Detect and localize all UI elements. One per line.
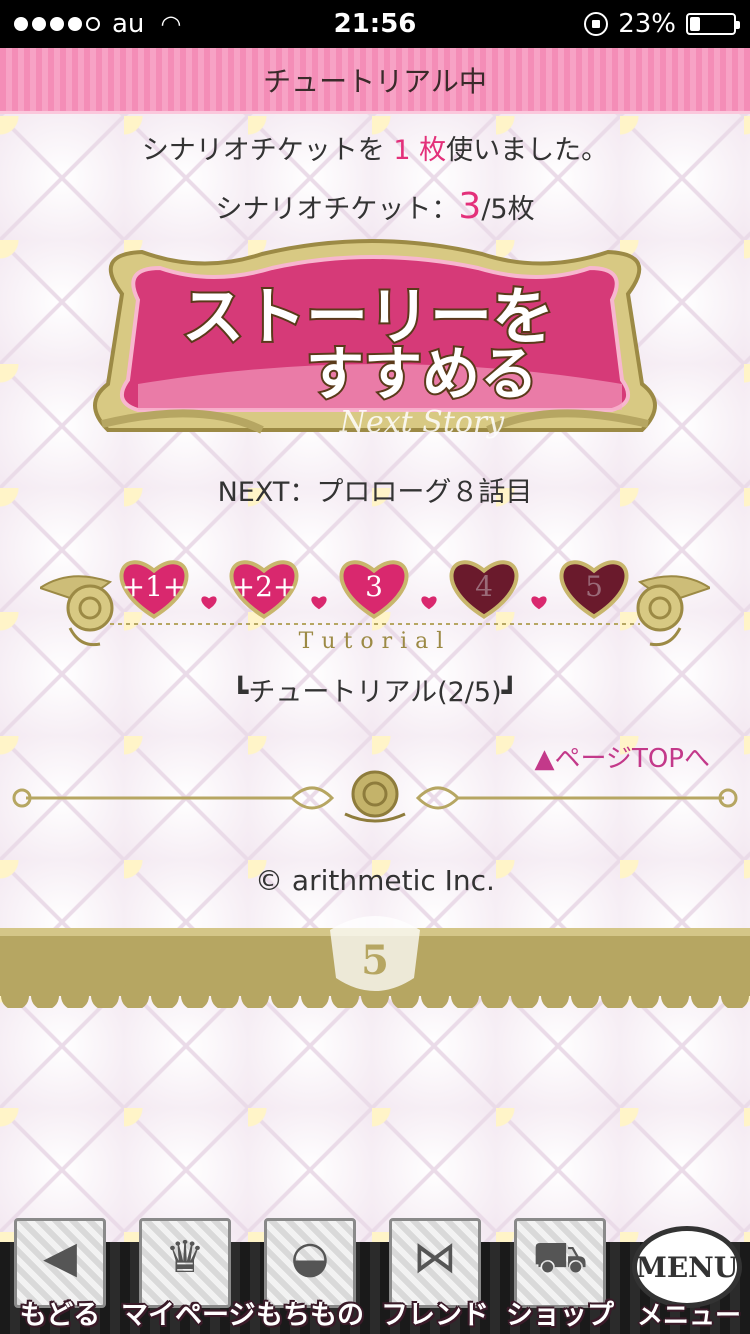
progress-connector-heart-3 <box>421 596 437 610</box>
battery-level <box>690 17 700 31</box>
progress-connector-heart-4 <box>531 596 547 610</box>
logo-title-line2: すすめる <box>306 340 538 408</box>
ticket-message-before: シナリオチケットを <box>141 135 394 166</box>
progress-heart-label-5: 5 <box>585 570 603 603</box>
crest-emblem-text: 5 <box>361 937 389 984</box>
crest-icon: ♛ <box>165 1232 205 1283</box>
progress-hearts: +1+ +2+ 3 4 5 <box>119 560 629 619</box>
progress-connector-heart-1 <box>201 596 217 610</box>
wifi-icon: ◠ <box>160 10 182 38</box>
progress-heart-label-3: 3 <box>365 570 383 603</box>
advance-story-button[interactable]: ストーリーを すすめる Next Story <box>82 234 668 448</box>
nav-shop-button[interactable]: ⛟ ショップ <box>506 1218 614 1334</box>
progress-connector-heart-2 <box>311 596 327 610</box>
battery-icon <box>686 13 740 35</box>
ticket-message-after: 使いました。 <box>446 135 609 166</box>
ticket-used-message: シナリオチケットを 1 枚使いました。 <box>0 128 750 167</box>
signal-strength-icon <box>14 17 100 31</box>
ticket-current-count: 3 <box>458 186 482 227</box>
progress-heart-label-4: 4 <box>475 570 493 603</box>
menu-button[interactable]: MENU メニュー <box>628 1210 750 1334</box>
back-arrow-icon: ◀ <box>43 1232 77 1283</box>
tutorial-progress-caption: ┗チュートリアル(2/5)┛ <box>232 677 518 708</box>
ticket-used-count: 1 枚 <box>393 135 447 166</box>
progress-heart-label-2: +2+ <box>232 570 297 603</box>
nav-friend-label: フレンド <box>381 1300 489 1331</box>
next-chapter: NEXT：プロローグ８話目 <box>217 477 533 508</box>
copyright: © arithmetic Inc. <box>255 864 495 897</box>
nav-mypage-button[interactable]: ♛ マイページ <box>121 1218 255 1334</box>
bow-icon: ⋈ <box>413 1232 457 1283</box>
bag-icon: ◒ <box>290 1232 330 1283</box>
nav-friend-button[interactable]: ⋈ フレンド <box>381 1218 489 1334</box>
page-title: チュートリアル中 <box>263 64 487 98</box>
rotation-lock-icon <box>584 12 609 36</box>
menu-label: メニュー <box>636 1301 741 1331</box>
bottom-navigation: ◀ もどる ♛ マイページ ◒ もちもの ⋈ フレンド ⛟ ショップ MENU … <box>0 1210 750 1334</box>
right-rose-ornament-icon <box>636 575 710 647</box>
status-bar: au ◠ 21:56 23% <box>0 0 750 48</box>
crest-emblem-icon: 5 <box>330 916 420 991</box>
progress-heart-label-1: +1+ <box>122 570 187 603</box>
nav-items-button[interactable]: ◒ もちもの <box>256 1218 364 1334</box>
logo-subtitle: Next Story <box>339 405 506 440</box>
nav-items-label: もちもの <box>256 1300 364 1331</box>
lace-band: 5 <box>0 916 750 1008</box>
ticket-status-suffix: /5枚 <box>481 194 535 225</box>
ticket-status: シナリオチケット：3/5枚 <box>0 186 750 227</box>
left-rose-ornament-icon <box>40 575 114 647</box>
page-header: チュートリアル中 <box>0 48 750 114</box>
rose-icon <box>351 770 399 818</box>
nav-mypage-label: マイページ <box>121 1300 256 1331</box>
nav-back-label: もどる <box>19 1300 101 1331</box>
tutorial-ribbon-text: Tutorial <box>299 629 452 654</box>
ticket-status-label: シナリオチケット： <box>215 194 459 225</box>
rose-divider <box>12 770 738 823</box>
nav-shop-label: ショップ <box>506 1300 614 1331</box>
cart-icon: ⛟ <box>532 1232 588 1283</box>
tutorial-progress: Tutorial +1+ +2+ 3 4 5 <box>40 560 710 654</box>
carrier-name: au <box>112 9 145 39</box>
battery-percent: 23% <box>618 9 676 39</box>
nav-back-button[interactable]: ◀ もどる <box>10 1218 110 1334</box>
